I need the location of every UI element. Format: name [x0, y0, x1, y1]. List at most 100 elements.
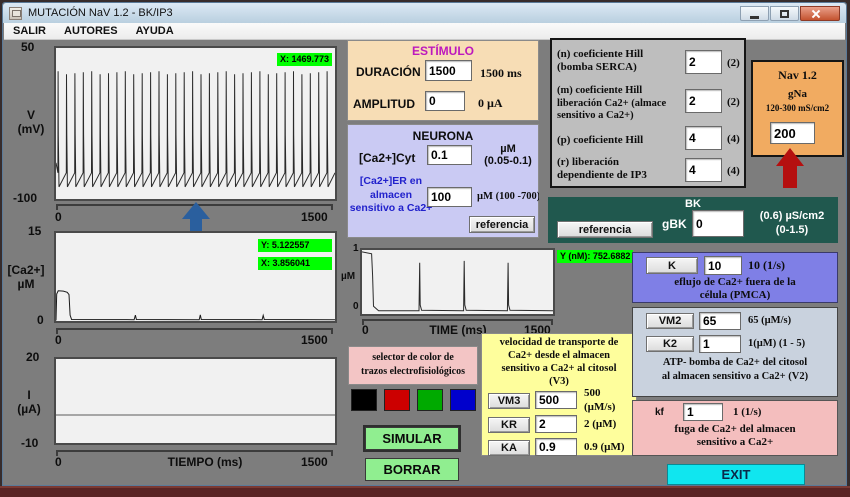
kr-input[interactable]	[535, 415, 577, 433]
nav-title: Nav 1.2	[753, 68, 842, 83]
k-readout: 10 (1/s)	[748, 258, 785, 273]
vm2-button[interactable]: VM2	[646, 313, 694, 329]
current-ymax-label: 20	[26, 350, 39, 364]
leak-description: fuga de Ca2+ del almacen sensitivo a Ca2…	[633, 423, 837, 449]
current-x-title: TIEMPO (ms)	[150, 455, 260, 469]
trace-color-red[interactable]	[384, 389, 410, 411]
hill-panel: (n) coeficiente Hill (bomba SERCA) (2) (…	[550, 38, 746, 188]
neuron-title: NEURONA	[348, 129, 538, 143]
trace-color-green[interactable]	[417, 389, 443, 411]
vm2-input[interactable]	[699, 312, 741, 330]
gbk-info: (0.6) µS/cm2 (0-1.5)	[748, 210, 836, 238]
cyt-ca-input[interactable]	[427, 145, 472, 165]
gna-label: gNa	[753, 88, 842, 100]
current-axis-label: I (µA)	[6, 388, 52, 416]
gna-range: 120-300 mS/cm2	[753, 103, 842, 113]
voltage-ymax-label: 50	[21, 40, 34, 54]
kr-readout: 2 (µM)	[584, 418, 616, 430]
window-title: MUTACIÓN NaV 1.2 - BK/IP3	[28, 7, 173, 19]
amplitude-label: AMPLITUD	[353, 97, 415, 111]
menu-ayuda[interactable]: AYUDA	[127, 25, 183, 37]
cyt-ca-label: [Ca2+]Cyt	[359, 151, 415, 165]
ka-button[interactable]: KA	[488, 440, 530, 456]
exit-button[interactable]: EXIT	[667, 464, 805, 485]
vm3-readout: 500 (µM/s)	[584, 387, 615, 415]
er-ca-unit: µM (100 -700)	[477, 191, 539, 202]
bk-reference-button[interactable]: referencia	[557, 221, 653, 238]
app-icon	[9, 7, 22, 20]
clear-button[interactable]: BORRAR	[365, 458, 459, 481]
vm3-button[interactable]: VM3	[488, 393, 530, 409]
vm3-input[interactable]	[535, 391, 577, 409]
menu-salir[interactable]: SALIR	[4, 25, 55, 37]
calcium-x1-label: 1500	[301, 333, 328, 347]
er-ca-label: [Ca2+]ER en almacen sensitivo a Ca2+	[348, 175, 434, 216]
title-bar: MUTACIÓN NaV 1.2 - BK/IP3	[3, 3, 846, 23]
voltage-plot: X: 1469.773	[54, 46, 337, 201]
er-cursor-readout: Y (nM): 752.6882	[557, 250, 633, 263]
hill-n-input[interactable]	[685, 50, 722, 74]
current-ymin-label: -10	[21, 436, 38, 450]
gna-input[interactable]	[770, 122, 815, 144]
er-ymin-label: 0	[353, 301, 359, 312]
k-button[interactable]: K	[646, 257, 698, 274]
er-x0-label: 0	[362, 323, 369, 337]
serca-panel: VM2 65 (µM/s) K2 1(µM) (1 - 5) ATP- bomb…	[632, 307, 838, 397]
amplitude-readout: 0 µA	[478, 96, 503, 111]
v3-panel: velocidad de transporte de Ca2+ desde el…	[481, 333, 637, 456]
neuron-panel: NEURONA [Ca2+]Cyt µM (0.05-0.1) [Ca2+]ER…	[347, 124, 539, 238]
close-button[interactable]	[800, 6, 840, 21]
maximize-button[interactable]	[770, 6, 799, 21]
er-calcium-plot	[360, 248, 555, 316]
cyt-ca-unit: µM (0.05-0.1)	[478, 143, 538, 167]
kr-button[interactable]: KR	[488, 417, 530, 433]
er-ymax-label: 1	[353, 243, 359, 254]
ka-readout: 0.9 (µM)	[584, 441, 625, 453]
vm2-readout: 65 (µM/s)	[748, 315, 791, 326]
calcium-ymax-label: 15	[28, 224, 41, 238]
neuron-reference-button[interactable]: referencia	[469, 216, 535, 233]
gna-marker-arrow	[776, 148, 804, 188]
simulate-button[interactable]: SIMULAR	[365, 427, 459, 450]
current-x0-label: 0	[55, 455, 62, 469]
amplitude-input[interactable]	[425, 91, 465, 111]
kf-input[interactable]	[683, 403, 723, 421]
current-plot	[54, 357, 337, 445]
duration-label: DURACIÓN	[356, 65, 421, 79]
hill-r-input[interactable]	[685, 158, 722, 182]
calcium-x-axis	[56, 328, 333, 334]
er-ca-input[interactable]	[427, 187, 472, 207]
stimulus-panel: ESTÍMULO DURACIÓN 1500 ms AMPLITUD 0 µA	[347, 40, 539, 121]
trace-color-panel: selector de color de trazos electrofisio…	[348, 346, 478, 385]
k2-input[interactable]	[699, 335, 741, 353]
serca-description: ATP- bomba de Ca2+ del citosol al almace…	[633, 356, 837, 383]
calcium-cursor-y-readout: Y: 5.122557	[258, 239, 332, 252]
minimize-icon	[750, 16, 759, 19]
ka-input[interactable]	[535, 438, 577, 456]
gbk-label: gBK	[662, 217, 687, 231]
minimize-button[interactable]	[740, 6, 769, 21]
hill-p-input[interactable]	[685, 126, 722, 150]
trace-color-blue[interactable]	[450, 389, 476, 411]
voltage-x0-label: 0	[55, 210, 62, 224]
kf-readout: 1 (1/s)	[733, 406, 761, 418]
k2-button[interactable]: K2	[646, 336, 694, 352]
gbk-input[interactable]	[692, 210, 744, 237]
voltage-ymin-label: -100	[13, 191, 37, 205]
maximize-icon	[780, 10, 789, 18]
hill-p-label: (p) coeficiente Hill	[557, 134, 643, 146]
voltage-axis-label: V (mV)	[8, 108, 54, 136]
hill-r-label: (r) liberación dependiente de IP3	[557, 156, 687, 182]
menu-autores[interactable]: AUTORES	[55, 25, 127, 37]
trace-color-black[interactable]	[351, 389, 377, 411]
duration-input[interactable]	[425, 60, 472, 81]
calcium-plot: Y: 5.122557 X: 3.856041	[54, 231, 337, 323]
voltage-cursor-readout: X: 1469.773	[277, 53, 332, 66]
nav-panel: Nav 1.2 gNa 120-300 mS/cm2	[751, 60, 844, 157]
hill-m-input[interactable]	[685, 89, 722, 113]
current-x1-label: 1500	[301, 455, 328, 469]
er-axis-label: µM	[341, 271, 355, 282]
k-input[interactable]	[704, 256, 742, 275]
hill-n-default: (2)	[727, 57, 740, 69]
desktop-background	[0, 486, 850, 497]
